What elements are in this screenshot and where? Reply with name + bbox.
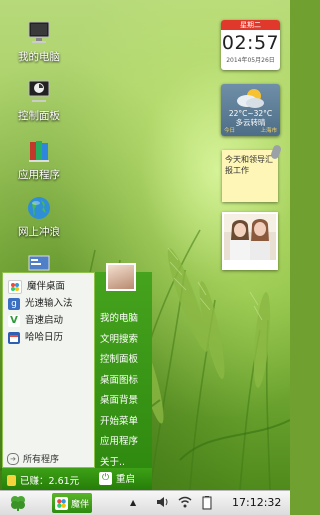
taskbar: 魔伴 ▲ 17:12:32: [0, 490, 290, 515]
weather-today-label: 今日: [224, 128, 236, 134]
clock-time: 02:57: [221, 32, 280, 54]
desktop-icon-label: 应用程序: [18, 169, 60, 181]
system-item-applications[interactable]: 应用程序: [95, 432, 152, 453]
system-item-my-computer[interactable]: 我的电脑: [95, 309, 152, 330]
paw-icon: [8, 279, 22, 294]
clock-date: 2014年05月26日: [226, 57, 275, 64]
clock-weekday: 星期二: [221, 20, 280, 30]
start-menu-app-item[interactable]: g 光速输入法: [3, 295, 94, 312]
start-menu-app-label: 魔伴桌面: [27, 281, 66, 292]
volume-icon[interactable]: [156, 496, 170, 511]
clover-icon: [11, 496, 25, 511]
power-icon: ⏻: [99, 471, 112, 485]
taskbar-clock: 17:12:32: [232, 496, 282, 509]
tray-expand-icon[interactable]: ▲: [130, 498, 136, 507]
desktop-icon-applications[interactable]: 应用程序: [6, 138, 72, 182]
sticky-note-widget[interactable]: 今天和领导汇报工作: [222, 144, 283, 202]
start-menu-footer: 已赚：2.61元 ⏻ 重启: [2, 468, 152, 490]
desktop-icon-internet[interactable]: 网上冲浪: [6, 195, 72, 239]
desktop-icon-my-computer[interactable]: 我的电脑: [6, 20, 72, 64]
coin-icon: [7, 474, 16, 486]
weather-widget[interactable]: 22°C~32°C 多云转晴 今日 上海市: [221, 84, 280, 136]
applications-icon: [26, 138, 52, 164]
start-menu-apps-panel: 魔伴桌面 g 光速输入法 V 音速启动 哈哈日历 ➔ 所有程序: [2, 272, 95, 468]
desktop-icon-label: 控制面板: [18, 110, 60, 122]
taskbar-app-label: 魔伴: [71, 499, 90, 510]
system-item-desktop-background[interactable]: 桌面背景: [95, 391, 152, 412]
paw-icon: [55, 496, 68, 510]
restart-button[interactable]: ⏻ 重启: [99, 471, 135, 485]
photo-frame-widget[interactable]: [222, 212, 278, 270]
restart-label: 重启: [116, 474, 136, 485]
all-programs-label: 所有程序: [23, 455, 60, 465]
start-menu-app-item[interactable]: 魔伴桌面: [3, 278, 94, 295]
sticky-note-text: 今天和领导汇报工作: [225, 155, 273, 175]
start-menu-app-label: 音速启动: [25, 315, 64, 326]
globe-icon: [26, 195, 52, 221]
system-item-desktop-icons[interactable]: 桌面图标: [95, 371, 152, 392]
start-menu-app-item[interactable]: 哈哈日历: [3, 329, 94, 346]
start-menu-app-item[interactable]: V 音速启动: [3, 312, 94, 329]
photo-image: [224, 214, 276, 260]
taskbar-app-button[interactable]: 魔伴: [52, 493, 92, 513]
weather-city: 上海市: [260, 128, 277, 134]
system-item-start-menu[interactable]: 开始菜单: [95, 412, 152, 433]
launch-icon: V: [8, 314, 20, 327]
system-item-control-panel[interactable]: 控制面板: [95, 350, 152, 371]
start-menu-app-label: 哈哈日历: [25, 332, 64, 343]
calendar-icon: [8, 331, 20, 344]
computer-icon: [26, 20, 52, 46]
keyboard-icon: g: [8, 297, 20, 310]
all-programs-button[interactable]: ➔ 所有程序: [7, 452, 59, 465]
start-menu-app-label: 光速输入法: [25, 298, 73, 309]
earnings-display: 已赚：2.61元: [7, 473, 79, 487]
start-button[interactable]: [9, 495, 27, 511]
desktop-icon-label: 网上冲浪: [18, 226, 60, 238]
earnings-text: 已赚：2.61元: [20, 476, 80, 487]
wifi-icon[interactable]: [178, 496, 192, 511]
battery-icon[interactable]: [200, 496, 214, 513]
desktop-icon-label: 我的电脑: [18, 51, 60, 63]
clock-widget[interactable]: 星期二 02:57 2014年05月26日: [221, 20, 280, 70]
avatar[interactable]: [106, 263, 136, 291]
start-menu: 魔伴桌面 g 光速输入法 V 音速启动 哈哈日历 ➔ 所有程序 我的电脑 文明搜…: [2, 263, 152, 490]
start-menu-system-panel: 我的电脑 文明搜索 控制面板 桌面图标 桌面背景 开始菜单 应用程序 关于..: [95, 272, 152, 468]
system-item-search[interactable]: 文明搜索: [95, 330, 152, 351]
control-panel-icon: [26, 79, 52, 105]
cloudy-sun-icon: [237, 89, 264, 108]
arrow-right-icon: ➔: [7, 452, 19, 465]
desktop-icon-control-panel[interactable]: 控制面板: [6, 79, 72, 123]
